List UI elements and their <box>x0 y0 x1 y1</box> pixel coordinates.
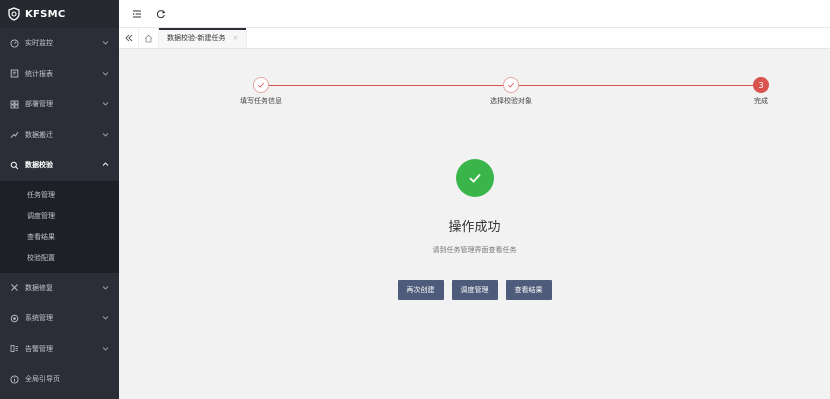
step-label: 选择校验对象 <box>490 97 532 105</box>
sidebar-item-migrate[interactable]: 数据搬迁 <box>0 120 119 151</box>
sidebar-menu: 实时监控 统计报表 部署管理 数据搬迁 数据校验 任务管理 调度管理 查看结果 … <box>0 28 119 395</box>
sidebar-item-alarm[interactable]: 告警管理 <box>0 334 119 365</box>
chevron-down-icon <box>102 132 109 137</box>
chevron-down-icon <box>102 316 109 320</box>
sidebar-item-label: 数据搬迁 <box>25 130 53 139</box>
result-title: 操作成功 <box>448 220 501 235</box>
main-content: 填写任务信息 选择校验对象 3 完成 操作成功 请到任务管理界面查看任务 再次创… <box>119 49 830 399</box>
sidebar-item-data-verify[interactable]: 数据校验 <box>0 150 119 181</box>
logo[interactable]: KFSMC <box>0 0 119 28</box>
logo-text: KFSMC <box>25 8 66 20</box>
logo-icon <box>8 7 20 21</box>
tabs-scroll-left-button[interactable] <box>119 28 139 48</box>
sidebar-item-deploy[interactable]: 部署管理 <box>0 89 119 120</box>
tab-bar: 数据校验-新建任务 × <box>119 28 830 49</box>
deploy-icon <box>10 100 19 109</box>
result-actions: 再次创建 调度管理 查看结果 <box>119 280 830 300</box>
sidebar-item-monitor[interactable]: 实时监控 <box>0 28 119 59</box>
sidebar-item-label: 数据校验 <box>25 161 53 170</box>
search-icon <box>10 161 19 170</box>
step-check-icon <box>503 77 519 93</box>
sidebar-item-reports[interactable]: 统计报表 <box>0 59 119 90</box>
sidebar-item-repair[interactable]: 数据修复 <box>0 273 119 304</box>
refresh-icon[interactable] <box>156 9 166 19</box>
gauge-icon <box>10 39 19 48</box>
submenu-data-verify: 任务管理 调度管理 查看结果 校验配置 <box>0 180 119 273</box>
double-chevron-left-icon <box>124 34 132 42</box>
result-subtitle: 请到任务管理界面查看任务 <box>432 246 517 254</box>
migrate-icon <box>10 130 19 139</box>
submenu-item-verify-config[interactable]: 校验配置 <box>0 248 119 269</box>
sidebar-item-label: 部署管理 <box>25 100 53 109</box>
sidebar-item-label: 实时监控 <box>25 39 53 48</box>
view-results-button[interactable]: 查看结果 <box>505 280 552 300</box>
step-fill-info: 填写任务信息 <box>201 77 321 106</box>
step-label: 完成 <box>754 97 768 105</box>
gear-icon <box>10 314 19 323</box>
sidebar-item-label: 统计报表 <box>25 69 53 78</box>
step-check-icon <box>253 77 269 93</box>
tab-label: 数据校验-新建任务 <box>167 34 226 42</box>
submenu-item-task-manage[interactable]: 任务管理 <box>0 185 119 206</box>
sidebar-item-label: 系统管理 <box>25 314 53 323</box>
chevron-down-icon <box>102 285 109 290</box>
tab-data-verify-new-task[interactable]: 数据校验-新建任务 × <box>159 28 248 48</box>
create-again-button[interactable]: 再次创建 <box>397 280 444 300</box>
step-number: 3 <box>753 77 769 93</box>
step-complete: 3 完成 <box>701 77 821 106</box>
info-icon <box>10 375 19 384</box>
sidebar: KFSMC 实时监控 统计报表 部署管理 数据搬迁 数据校验 任务管理 调度管理… <box>0 0 119 399</box>
success-check-icon <box>455 159 494 197</box>
step-progress: 填写任务信息 选择校验对象 3 完成 <box>119 77 830 117</box>
sidebar-item-label: 全局引导页 <box>25 375 60 384</box>
home-icon <box>144 34 153 42</box>
chevron-down-icon <box>102 41 109 45</box>
chevron-down-icon <box>102 71 109 76</box>
top-bar <box>119 0 830 28</box>
chevron-down-icon <box>102 346 109 351</box>
menu-collapse-icon[interactable] <box>132 9 142 19</box>
sidebar-item-label: 告警管理 <box>25 344 53 353</box>
sidebar-item-guide[interactable]: 全局引导页 <box>0 364 119 395</box>
report-icon <box>10 69 19 78</box>
submenu-item-schedule-manage[interactable]: 调度管理 <box>0 206 119 227</box>
submenu-item-view-results[interactable]: 查看结果 <box>0 227 119 248</box>
sidebar-item-label: 数据修复 <box>25 283 53 292</box>
step-label: 填写任务信息 <box>240 97 282 105</box>
alarm-icon <box>10 344 19 353</box>
step-select-object: 选择校验对象 <box>451 77 571 106</box>
repair-icon <box>10 283 19 292</box>
chevron-down-icon <box>102 102 109 106</box>
tab-close-icon[interactable]: × <box>233 34 239 42</box>
sidebar-item-system[interactable]: 系统管理 <box>0 303 119 334</box>
home-tab-button[interactable] <box>139 28 159 48</box>
schedule-manage-button[interactable]: 调度管理 <box>451 280 498 300</box>
result-panel: 操作成功 请到任务管理界面查看任务 再次创建 调度管理 查看结果 <box>119 159 830 300</box>
chevron-up-icon <box>102 162 109 166</box>
